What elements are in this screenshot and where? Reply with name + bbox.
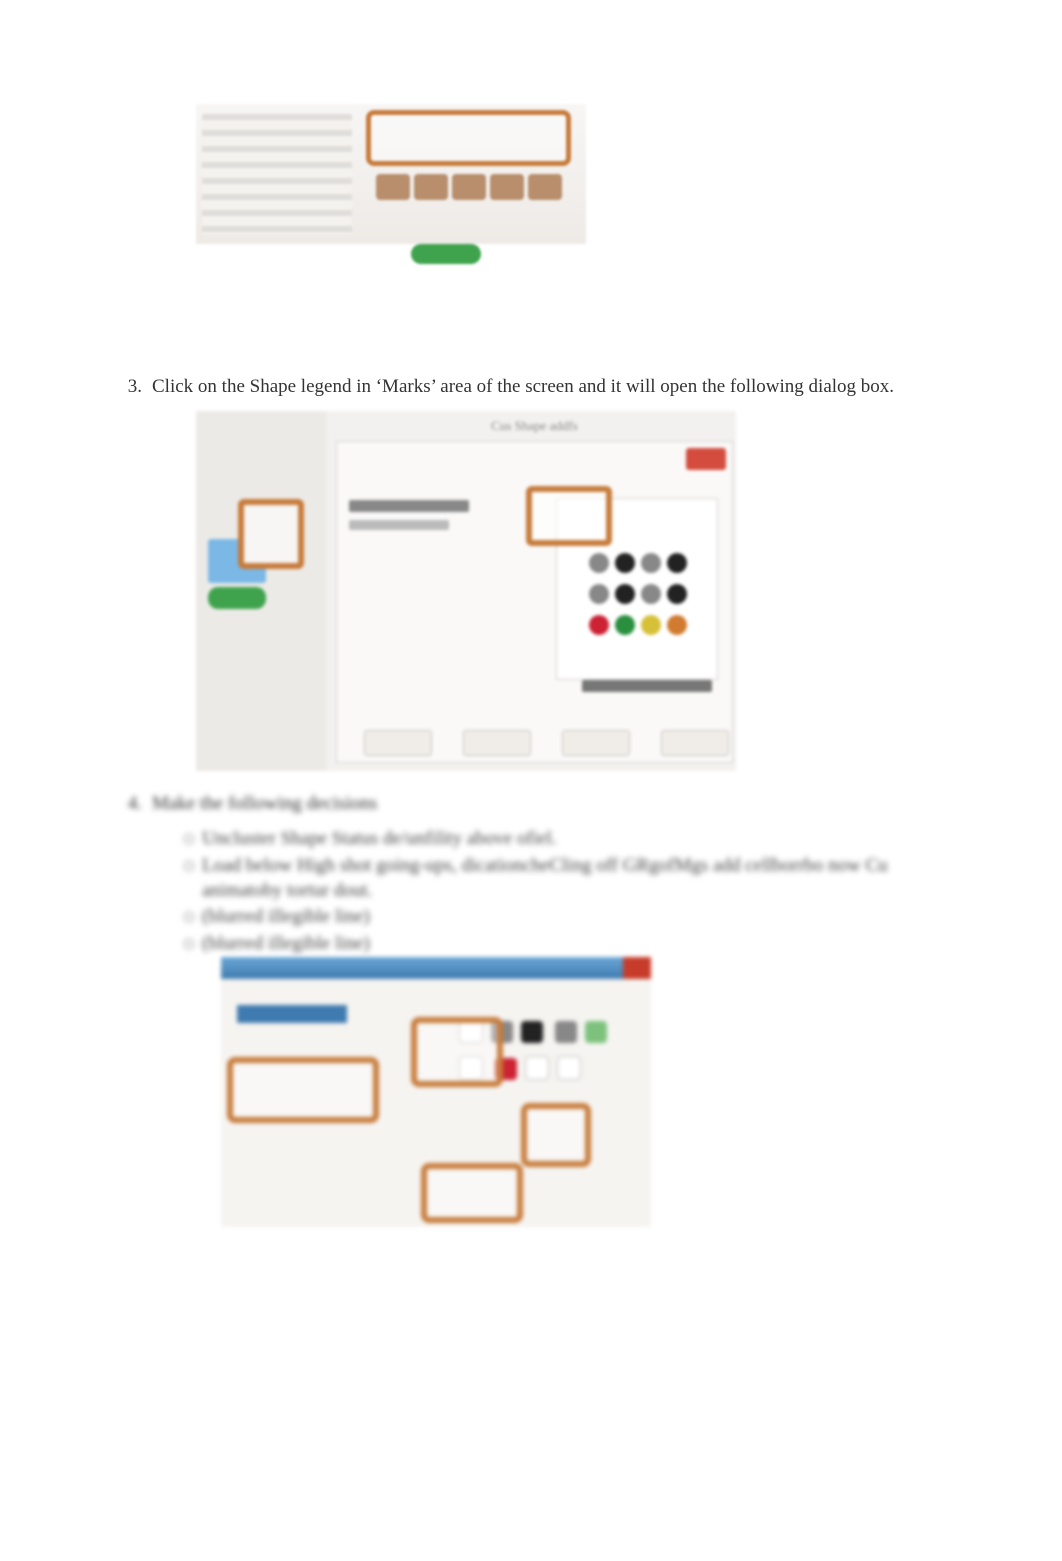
screenshot-marks-panel bbox=[196, 104, 586, 244]
figure-3 bbox=[120, 957, 942, 1227]
pill-row bbox=[374, 172, 574, 232]
annotation-highlight-2 bbox=[411, 1017, 503, 1087]
step-4-number: 4. bbox=[120, 791, 142, 818]
left-green-pill bbox=[208, 587, 266, 609]
annotation-highlight-1 bbox=[227, 1057, 379, 1123]
step-3: 3. Click on the Shape legend in ‘Marks’ … bbox=[120, 374, 942, 401]
blurred-sidebar bbox=[202, 114, 352, 234]
edit-shape-dialog: Cus Shape addfs bbox=[336, 441, 733, 763]
dialog-button-4[interactable] bbox=[661, 730, 729, 756]
figure-2: Cus Shape addfs bbox=[120, 411, 942, 771]
dialog-title: Cus Shape addfs bbox=[337, 418, 732, 434]
step-4: 4. Make the following decisions Uncluste… bbox=[120, 791, 942, 957]
annotation-highlight-3 bbox=[521, 1103, 591, 1167]
sub-item: (blurred illegible line) bbox=[184, 932, 942, 957]
step-3-number: 3. bbox=[120, 374, 142, 401]
annotation-highlight-pages bbox=[366, 110, 571, 166]
dialog-left-sublabel bbox=[349, 520, 449, 530]
dialog-button-2[interactable] bbox=[463, 730, 531, 756]
bullet-icon bbox=[184, 834, 194, 844]
shape-swatches bbox=[586, 550, 706, 643]
annotation-highlight-4 bbox=[421, 1163, 523, 1223]
annotation-highlight-marks-shape bbox=[238, 499, 304, 569]
close-icon[interactable] bbox=[623, 957, 651, 979]
dialog-left-label bbox=[349, 500, 469, 512]
dialog-titlebar bbox=[221, 957, 651, 979]
annotation-highlight-palette-dropdown bbox=[526, 486, 612, 546]
bullet-icon bbox=[184, 939, 194, 949]
sub-item: Uncluster Shape Status de/unfility above… bbox=[184, 827, 942, 852]
step-4-sublist: Uncluster Shape Status de/unfility above… bbox=[184, 827, 942, 956]
dialog-bottom-label bbox=[582, 680, 712, 692]
sub-item: (blurred illegible line) bbox=[184, 905, 942, 930]
step-3-text: Click on the Shape legend in ‘Marks’ are… bbox=[152, 374, 942, 401]
screenshot-shape-dialog: Cus Shape addfs bbox=[196, 411, 736, 771]
sub-item: Load below High shot going-ups, dication… bbox=[184, 854, 942, 903]
bullet-icon bbox=[184, 861, 194, 871]
step-4-text: Make the following decisions bbox=[152, 791, 942, 818]
bullet-icon bbox=[184, 912, 194, 922]
document-page: 3. Click on the Shape legend in ‘Marks’ … bbox=[0, 0, 1062, 1327]
green-pill bbox=[411, 244, 481, 264]
selected-data-item[interactable] bbox=[237, 1005, 347, 1023]
dialog-button-1[interactable] bbox=[364, 730, 432, 756]
dialog-button-3[interactable] bbox=[562, 730, 630, 756]
screenshot-shape-dialog-annotated bbox=[221, 957, 651, 1227]
close-icon[interactable] bbox=[686, 448, 726, 470]
dialog-button-row bbox=[337, 730, 756, 756]
figure-1 bbox=[120, 104, 942, 244]
